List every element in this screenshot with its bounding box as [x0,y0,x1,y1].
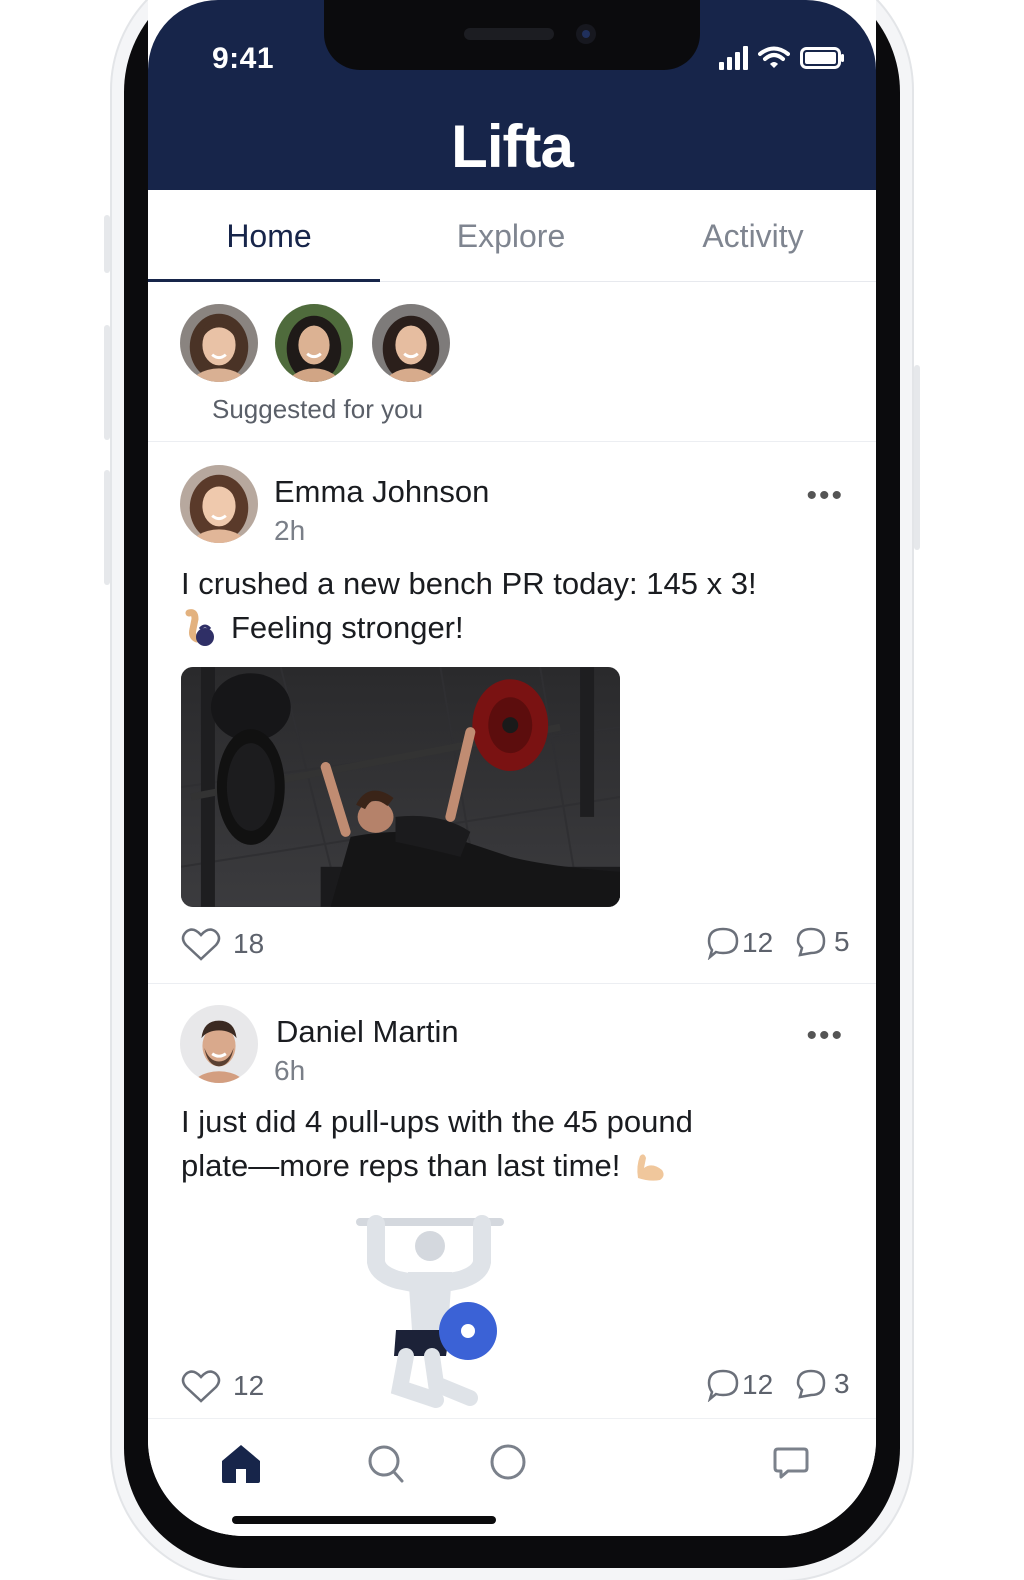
chat-icon[interactable] [772,1441,810,1485]
flexed-biceps-icon [637,1154,664,1181]
circle-icon[interactable] [488,1441,528,1485]
like-button[interactable]: 12 [181,1368,264,1404]
post-text-line: plate—more reps than last time! [181,1144,841,1188]
reply-button[interactable]: 5 [796,926,850,958]
tab-explore[interactable]: Explore [390,190,632,281]
reply-button[interactable]: 3 [796,1368,850,1400]
like-button[interactable]: 18 [181,926,264,962]
post-text-line: I crushed a new bench PR today: 145 x 3! [181,566,757,601]
app-screen: 9:41 Lifta Home Explore Activity Suggest… [148,0,876,1536]
tab-activity[interactable]: Activity [632,190,874,281]
post-author-name[interactable]: Emma Johnson [274,474,489,510]
notch [324,0,700,70]
post-text-line-2: plate—more reps than last time! [181,1148,621,1183]
post-divider [148,983,876,984]
post-author-avatar[interactable] [180,465,258,543]
more-options-icon[interactable]: ••• [806,481,844,511]
heart-icon [181,928,221,961]
comment-count: 12 [742,1369,774,1400]
reply-count: 5 [834,926,850,957]
home-indicator[interactable] [232,1516,496,1524]
like-count: 12 [233,1370,265,1401]
suggested-avatar-1[interactable] [180,304,258,382]
bench-press-photo[interactable] [181,667,620,907]
reply-icon [796,1369,826,1399]
comment-button[interactable]: 12 [706,1368,773,1402]
phone-side-button [104,470,110,585]
comment-count: 12 [742,927,774,958]
home-icon[interactable] [218,1441,264,1485]
post-time: 6h [274,1055,306,1086]
app-title: Lifta [451,113,574,180]
post-text-line-2: Feeling stronger! [231,610,464,645]
post-text: I just did 4 pull-ups with the 45 pound … [181,1100,841,1188]
more-options-icon[interactable]: ••• [806,1021,844,1051]
tab-home[interactable]: Home [148,190,390,282]
flexed-arm-kettlebell-icon [185,609,214,646]
post-time: 2h [274,515,306,546]
search-icon[interactable] [366,1441,406,1485]
phone-side-button [104,215,110,273]
reply-count: 3 [834,1368,850,1399]
tab-bar: Home Explore Activity [148,190,876,282]
wifi-icon [758,46,790,68]
post-text-line: Feeling stronger! [181,606,841,650]
suggested-section: Suggested for you [148,282,876,442]
camera [576,24,596,44]
like-count: 18 [233,928,265,959]
post-text: I crushed a new bench PR today: 145 x 3!… [181,562,841,650]
comment-button[interactable]: 12 [706,926,773,960]
phone-side-button [104,325,110,440]
phone-side-button [914,365,920,550]
speaker [464,28,554,40]
weightlifter-illustration [348,1210,508,1410]
heart-icon [181,1370,221,1403]
post-author-name[interactable]: Daniel Martin [276,1014,459,1050]
comment-icon [707,927,739,960]
suggested-avatar-2[interactable] [275,304,353,382]
suggested-avatar-3[interactable] [372,304,450,382]
post-text-line: I just did 4 pull-ups with the 45 pound [181,1104,693,1139]
comment-icon [707,1369,739,1402]
status-icons [719,46,846,70]
reply-icon [796,927,826,957]
status-time: 9:41 [212,42,275,75]
post-author-avatar[interactable] [180,1005,258,1083]
battery-icon [800,47,844,69]
signal-icon [719,46,748,70]
suggested-label: Suggested for you [212,394,424,424]
